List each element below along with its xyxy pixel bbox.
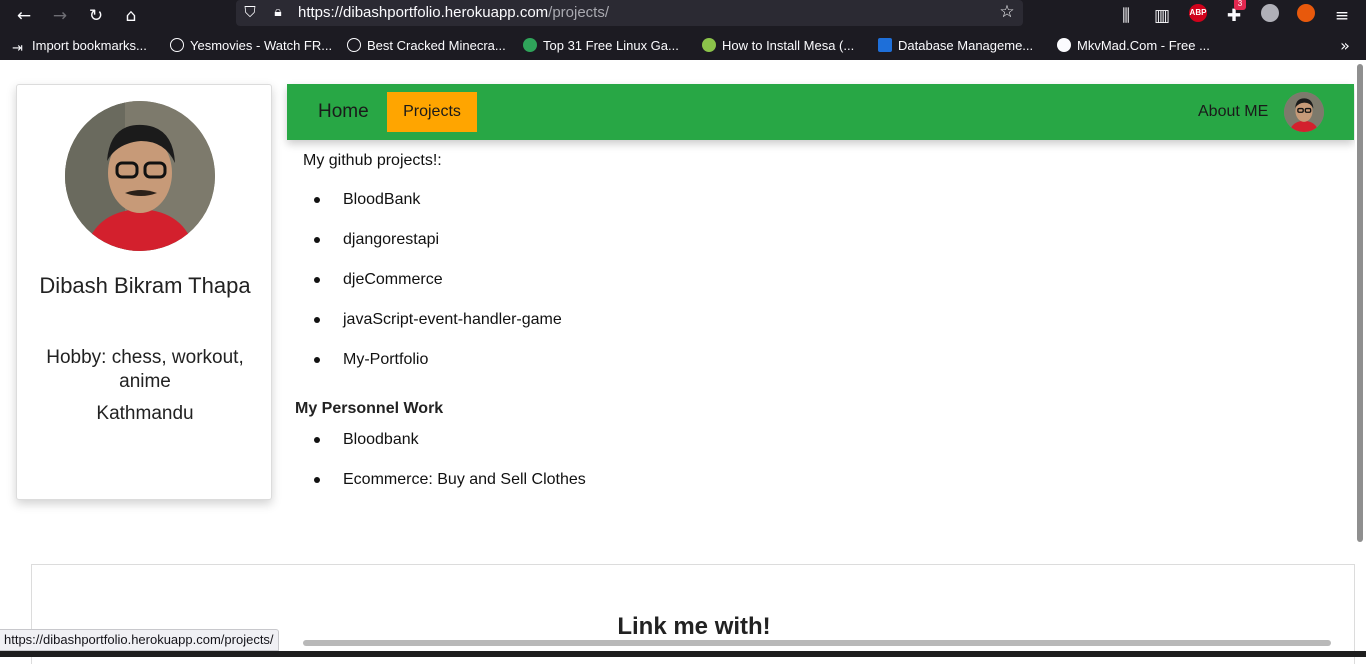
work-item[interactable]: Ecommerce: Buy and Sell Clothes — [343, 471, 586, 489]
sidebar-icon[interactable]: ▥ — [1150, 4, 1174, 28]
github-project-item[interactable]: djangorestapi — [343, 231, 439, 249]
scrollbar-thumb[interactable] — [1357, 64, 1363, 542]
profile-card: Dibash Bikram Thapa Hobby: chess, workou… — [16, 84, 272, 500]
status-url-tooltip: https://dibashportfolio.herokuapp.com/pr… — [0, 629, 279, 651]
work-heading: My Personnel Work — [295, 400, 444, 417]
profile-hobby: Hobby: chess, workout, anime — [46, 347, 244, 392]
extension-globe-icon[interactable] — [1261, 4, 1279, 22]
browser-toolbar: ← → ↻ ⌂ ⛉ 🔒︎ https://dibashportfolio.her… — [0, 0, 1366, 33]
bookmark-import[interactable]: ⇥ Import bookmarks... — [12, 37, 147, 55]
url-text[interactable]: https://dibashportfolio.herokuapp.com/pr… — [298, 4, 609, 22]
profile-name: Dibash Bikram Thapa — [39, 273, 251, 298]
list-bullet — [314, 357, 320, 363]
import-icon: ⇥ — [12, 40, 23, 55]
github-project-item[interactable]: javaScript-event-handler-game — [343, 311, 562, 329]
bct-icon — [878, 38, 892, 52]
adblock-plus-icon[interactable]: ABP — [1189, 4, 1207, 22]
taskbar — [0, 651, 1366, 657]
list-bullet — [314, 197, 320, 203]
gear-icon — [523, 38, 537, 52]
list-bullet — [314, 477, 320, 483]
shield-icon[interactable]: ⛉ — [238, 0, 262, 24]
url-host: https://dibashportfolio.herokuapp.com — [298, 4, 549, 21]
profile-city: Kathmandu — [96, 403, 194, 424]
bookmark-minecraft[interactable]: Best Cracked Minecra... — [347, 37, 506, 55]
back-arrow-icon[interactable]: ← — [12, 4, 36, 28]
forward-arrow-icon[interactable]: → — [48, 4, 72, 28]
bookmark-linux-games[interactable]: Top 31 Free Linux Ga... — [523, 37, 679, 55]
url-path: /projects/ — [548, 4, 610, 21]
list-bullet — [314, 437, 320, 443]
bookmark-mkvmad[interactable]: MkvMad.Com - Free ... — [1057, 37, 1210, 55]
github-project-item[interactable]: My-Portfolio — [343, 351, 428, 369]
menu-icon[interactable]: ≡ — [1330, 4, 1354, 28]
reload-icon[interactable]: ↻ — [84, 4, 108, 28]
bookmark-label: Top 31 Free Linux Ga... — [543, 38, 679, 53]
bookmarks-overflow-icon[interactable]: » — [1333, 34, 1357, 58]
bookmark-yesmovies[interactable]: Yesmovies - Watch FR... — [170, 37, 332, 55]
home-icon[interactable]: ⌂ — [119, 4, 143, 28]
nav-avatar[interactable] — [1284, 92, 1324, 132]
lock-icon[interactable]: 🔒︎ — [266, 0, 290, 24]
site-icon — [702, 38, 716, 52]
bookmark-label: How to Install Mesa (... — [722, 38, 855, 53]
vertical-scrollbar[interactable] — [1355, 60, 1366, 657]
bookmark-label: MkvMad.Com - Free ... — [1077, 38, 1210, 53]
github-project-item[interactable]: djeCommerce — [343, 271, 443, 289]
bookmark-label: Best Cracked Minecra... — [367, 38, 506, 53]
globe-icon — [170, 38, 184, 52]
extension-badge: 3 — [1234, 0, 1246, 10]
bookmark-database[interactable]: Database Manageme... — [878, 37, 1033, 55]
nav-projects-link[interactable]: Projects — [387, 92, 477, 132]
bookmark-label: Database Manageme... — [898, 38, 1034, 53]
nav-about-link[interactable]: About ME — [1198, 103, 1268, 121]
github-project-item[interactable]: BloodBank — [343, 191, 420, 209]
navbar: Home Projects About ME — [287, 84, 1354, 140]
avatar — [65, 101, 215, 251]
nav-home-link[interactable]: Home — [318, 101, 369, 123]
horizontal-scrollbar[interactable] — [303, 640, 1331, 646]
github-heading: My github projects!: — [303, 152, 442, 169]
bookmark-mesa[interactable]: How to Install Mesa (... — [702, 37, 854, 55]
work-item[interactable]: Bloodbank — [343, 431, 419, 449]
list-bullet — [314, 277, 320, 283]
library-icon[interactable]: ⫼ — [1114, 4, 1138, 28]
list-bullet — [314, 317, 320, 323]
extension-fox-icon[interactable] — [1297, 4, 1315, 22]
play-icon — [1057, 38, 1071, 52]
bookmark-star-icon[interactable]: ☆ — [995, 0, 1019, 24]
list-bullet — [314, 237, 320, 243]
bookmark-label: Import bookmarks... — [32, 38, 147, 53]
globe-icon — [347, 38, 361, 52]
bookmark-label: Yesmovies - Watch FR... — [190, 38, 333, 53]
